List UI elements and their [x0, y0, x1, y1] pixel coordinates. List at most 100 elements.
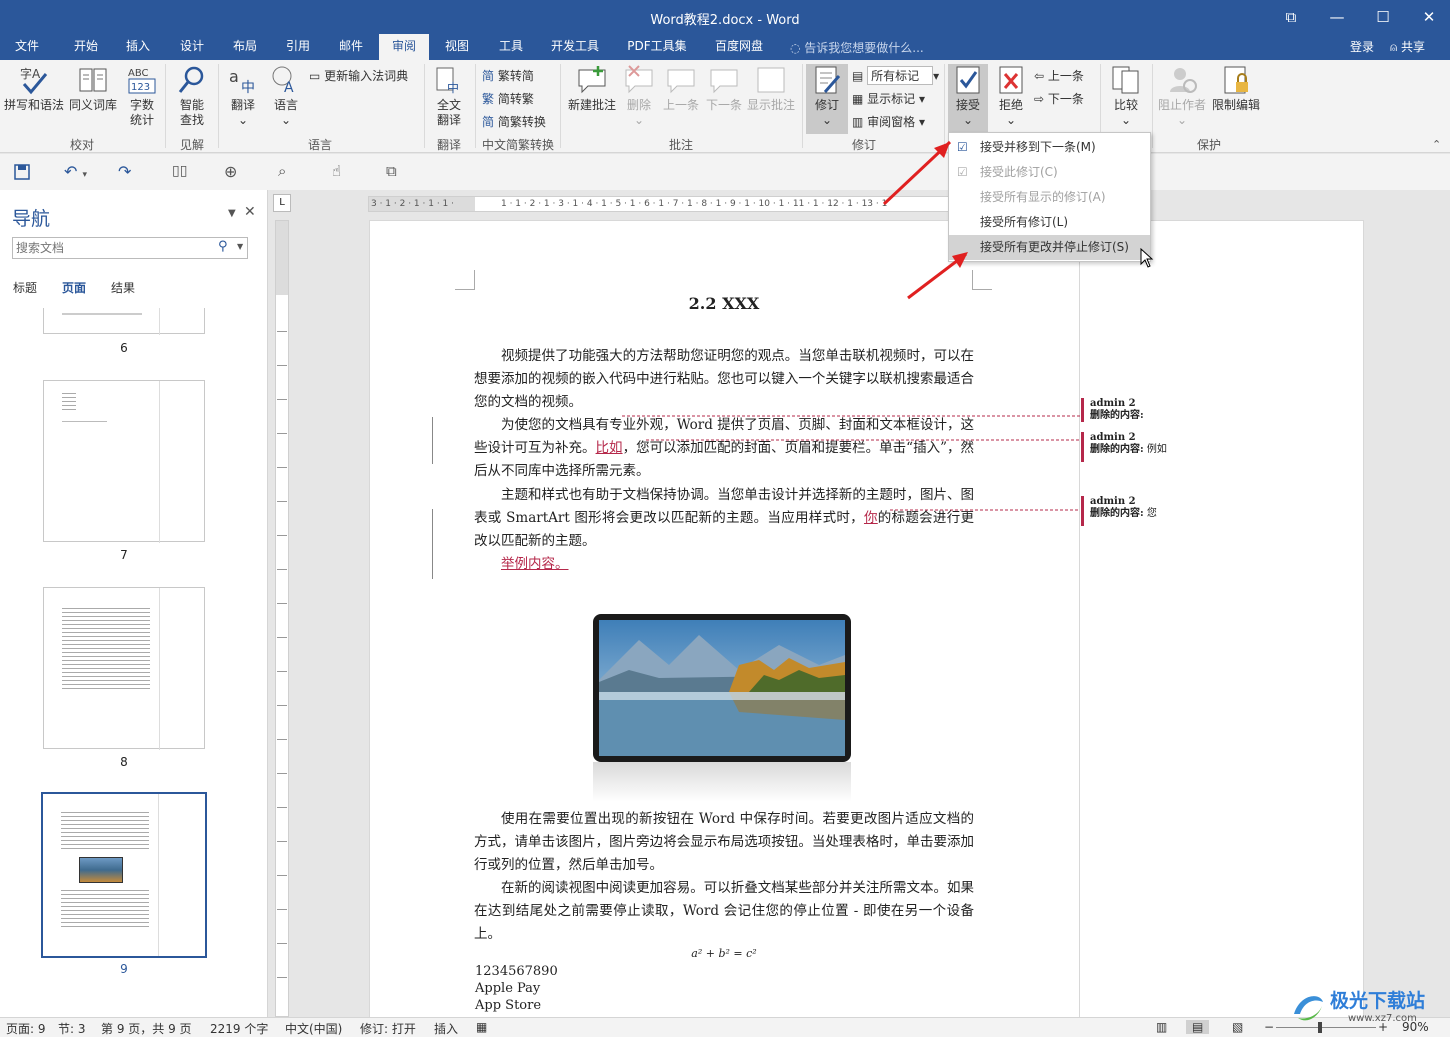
search-icon[interactable]: ⚲ [218, 239, 228, 254]
status-insert-mode[interactable]: 插入 [434, 1020, 458, 1037]
update-ime-dictionary-button[interactable]: ▭ 更新输入法词典 [309, 67, 408, 84]
tab-home[interactable]: 开始 [58, 34, 114, 60]
language-button[interactable]: A 语言 ⌄ [265, 64, 307, 128]
full-translate-button[interactable]: 中 全文 翻译 [428, 64, 470, 128]
revision-balloon[interactable]: admin 2 删除的内容: 您 [1081, 496, 1261, 526]
trad-to-simp-button[interactable]: 简 繁转简 [482, 67, 534, 84]
spelling-button[interactable]: 字A 拼写和语法 [3, 64, 65, 113]
lightbulb-icon: ◌ [790, 41, 805, 55]
status-language[interactable]: 中文(中国) [285, 1020, 342, 1037]
page-thumbnail[interactable] [43, 308, 205, 335]
tab-pdf-tools[interactable]: PDF工具集 [618, 34, 696, 60]
customize-icon[interactable]: ⧉ [386, 162, 397, 180]
minimize-button[interactable]: — [1314, 0, 1360, 34]
close-button[interactable]: ✕ [1406, 0, 1450, 34]
group-separator [218, 64, 219, 148]
nav-search-input[interactable] [13, 238, 203, 258]
previous-comment-button[interactable]: 上一条 [660, 64, 702, 113]
show-comments-button[interactable]: 显示批注 [745, 64, 797, 113]
delete-comment-button[interactable]: 删除 ⌄ [620, 64, 658, 128]
tab-insert[interactable]: 插入 [112, 34, 164, 60]
collapse-ribbon-icon[interactable]: ⌃ [1432, 138, 1441, 151]
page-number: 9 [120, 962, 128, 976]
share-button[interactable]: ⍝ 共享 [1390, 38, 1425, 55]
chevron-down-icon: ⌄ [1176, 113, 1188, 127]
undo-icon[interactable]: ↶ ▾ [64, 162, 87, 181]
tab-design[interactable]: 设计 [166, 34, 218, 60]
window-title: Word教程2.docx - Word [650, 13, 800, 28]
revision-balloon[interactable]: admin 2 删除的内容: 例如 [1081, 432, 1261, 462]
status-track-changes[interactable]: 修订: 打开 [360, 1020, 416, 1037]
zoom-out-icon[interactable]: − [1264, 1020, 1274, 1034]
page-thumbnail-current[interactable] [41, 792, 207, 958]
thesaurus-button[interactable]: 同义词库 [66, 64, 120, 113]
group-label-protect: 保护 [1196, 138, 1221, 152]
web-layout-icon[interactable]: ▧ [1232, 1020, 1243, 1034]
print-layout-icon[interactable]: ▤ [1186, 1020, 1210, 1034]
status-page[interactable]: 页面: 9 [6, 1020, 46, 1037]
redo-icon[interactable]: ↷ [118, 162, 131, 181]
landscape-image[interactable] [593, 614, 851, 762]
tell-me[interactable]: ◌ 告诉我您想要做什么... [790, 39, 924, 56]
nav-tab-headings[interactable]: 标题 [13, 279, 37, 296]
nav-options-icon[interactable]: ▼ [228, 208, 236, 219]
reject-button[interactable]: 拒绝 ⌄ [992, 64, 1030, 128]
ribbon-display-icon[interactable]: ⧉ [1268, 0, 1314, 34]
print-preview-icon[interactable]: ⌕ [278, 162, 286, 180]
tab-mailings[interactable]: 邮件 [325, 34, 377, 60]
page-thumbnail[interactable] [43, 587, 205, 750]
touch-mode-icon[interactable]: ☝ [332, 162, 341, 180]
block-authors-button[interactable]: 阻止作者 ⌄ [1156, 64, 1208, 128]
nav-search-box[interactable]: ⚲ ▼ [12, 237, 248, 259]
compare-icon [1112, 66, 1139, 94]
watermark-url: www.xz7.com [1348, 1013, 1417, 1024]
status-word-count[interactable]: 2219 个字 [210, 1020, 268, 1037]
show-markup-button[interactable]: ▦ 显示标记 ▾ [852, 90, 925, 107]
word-count-icon: ABC 123 [128, 68, 156, 94]
simp-to-trad-button[interactable]: 繁 简转繁 [482, 90, 534, 107]
markup-select[interactable]: ▤ 所有标记 ▾ [852, 66, 939, 85]
macro-icon[interactable]: ▦ [476, 1020, 487, 1034]
tab-baidu[interactable]: 百度网盘 [706, 34, 772, 60]
chinese-convert-button[interactable]: 简 简繁转换 [482, 113, 546, 130]
tab-view[interactable]: 视图 [431, 34, 483, 60]
translate-button[interactable]: a中 翻译 ⌄ [222, 64, 264, 128]
two-pages-icon[interactable]: ▯▯ [172, 163, 187, 179]
status-section[interactable]: 节: 3 [58, 1020, 86, 1037]
compare-button[interactable]: 比较 ⌄ [1104, 64, 1148, 128]
group-separator [802, 64, 803, 148]
smart-lookup-button[interactable]: 智能 查找 [170, 64, 214, 128]
vertical-ruler[interactable] [275, 220, 289, 1017]
track-changes-button[interactable]: 修订 ⌄ [806, 64, 848, 134]
word-count-button[interactable]: ABC 123 字数 统计 [122, 64, 162, 128]
tab-review[interactable]: 审阅 [379, 34, 429, 60]
tab-developer[interactable]: 开发工具 [540, 34, 610, 60]
tab-tools[interactable]: 工具 [485, 34, 537, 60]
status-page-count[interactable]: 第 9 页，共 9 页 [101, 1020, 192, 1037]
tab-references[interactable]: 引用 [272, 34, 324, 60]
login-link[interactable]: 登录 [1350, 38, 1374, 55]
nav-tab-results[interactable]: 结果 [111, 279, 135, 296]
inserted-text: 举例内容。 [501, 556, 569, 572]
maximize-button[interactable]: ☐ [1360, 0, 1406, 34]
tab-layout[interactable]: 布局 [219, 34, 271, 60]
chevron-down-icon[interactable]: ▼ [237, 242, 243, 251]
next-comment-button[interactable]: 下一条 [703, 64, 745, 113]
web-layout-icon[interactable]: ⊕ [224, 162, 237, 181]
page-thumbnails: 6 7 8 9 [0, 308, 268, 1017]
close-icon[interactable]: ✕ [244, 204, 256, 220]
previous-change-button[interactable]: ⇦ 上一条 [1034, 67, 1084, 84]
save-icon[interactable] [14, 164, 30, 180]
restrict-editing-button[interactable]: 限制编辑 [1210, 64, 1262, 113]
markup-area-divider [1079, 221, 1080, 1017]
next-change-button[interactable]: ⇨ 下一条 [1034, 90, 1084, 107]
tab-file[interactable]: 文件 [0, 34, 54, 60]
tab-selector[interactable]: L [273, 194, 291, 212]
chevron-down-icon: ⌄ [280, 113, 292, 127]
read-mode-icon[interactable]: ▥ [1156, 1020, 1167, 1034]
nav-tab-pages[interactable]: 页面 [62, 279, 86, 296]
reviewing-pane-icon: ▥ [852, 115, 868, 129]
page-thumbnail[interactable] [43, 380, 205, 543]
new-comment-button[interactable]: 新建批注 [564, 64, 620, 113]
revision-balloon[interactable]: admin 2 删除的内容: [1081, 398, 1261, 422]
